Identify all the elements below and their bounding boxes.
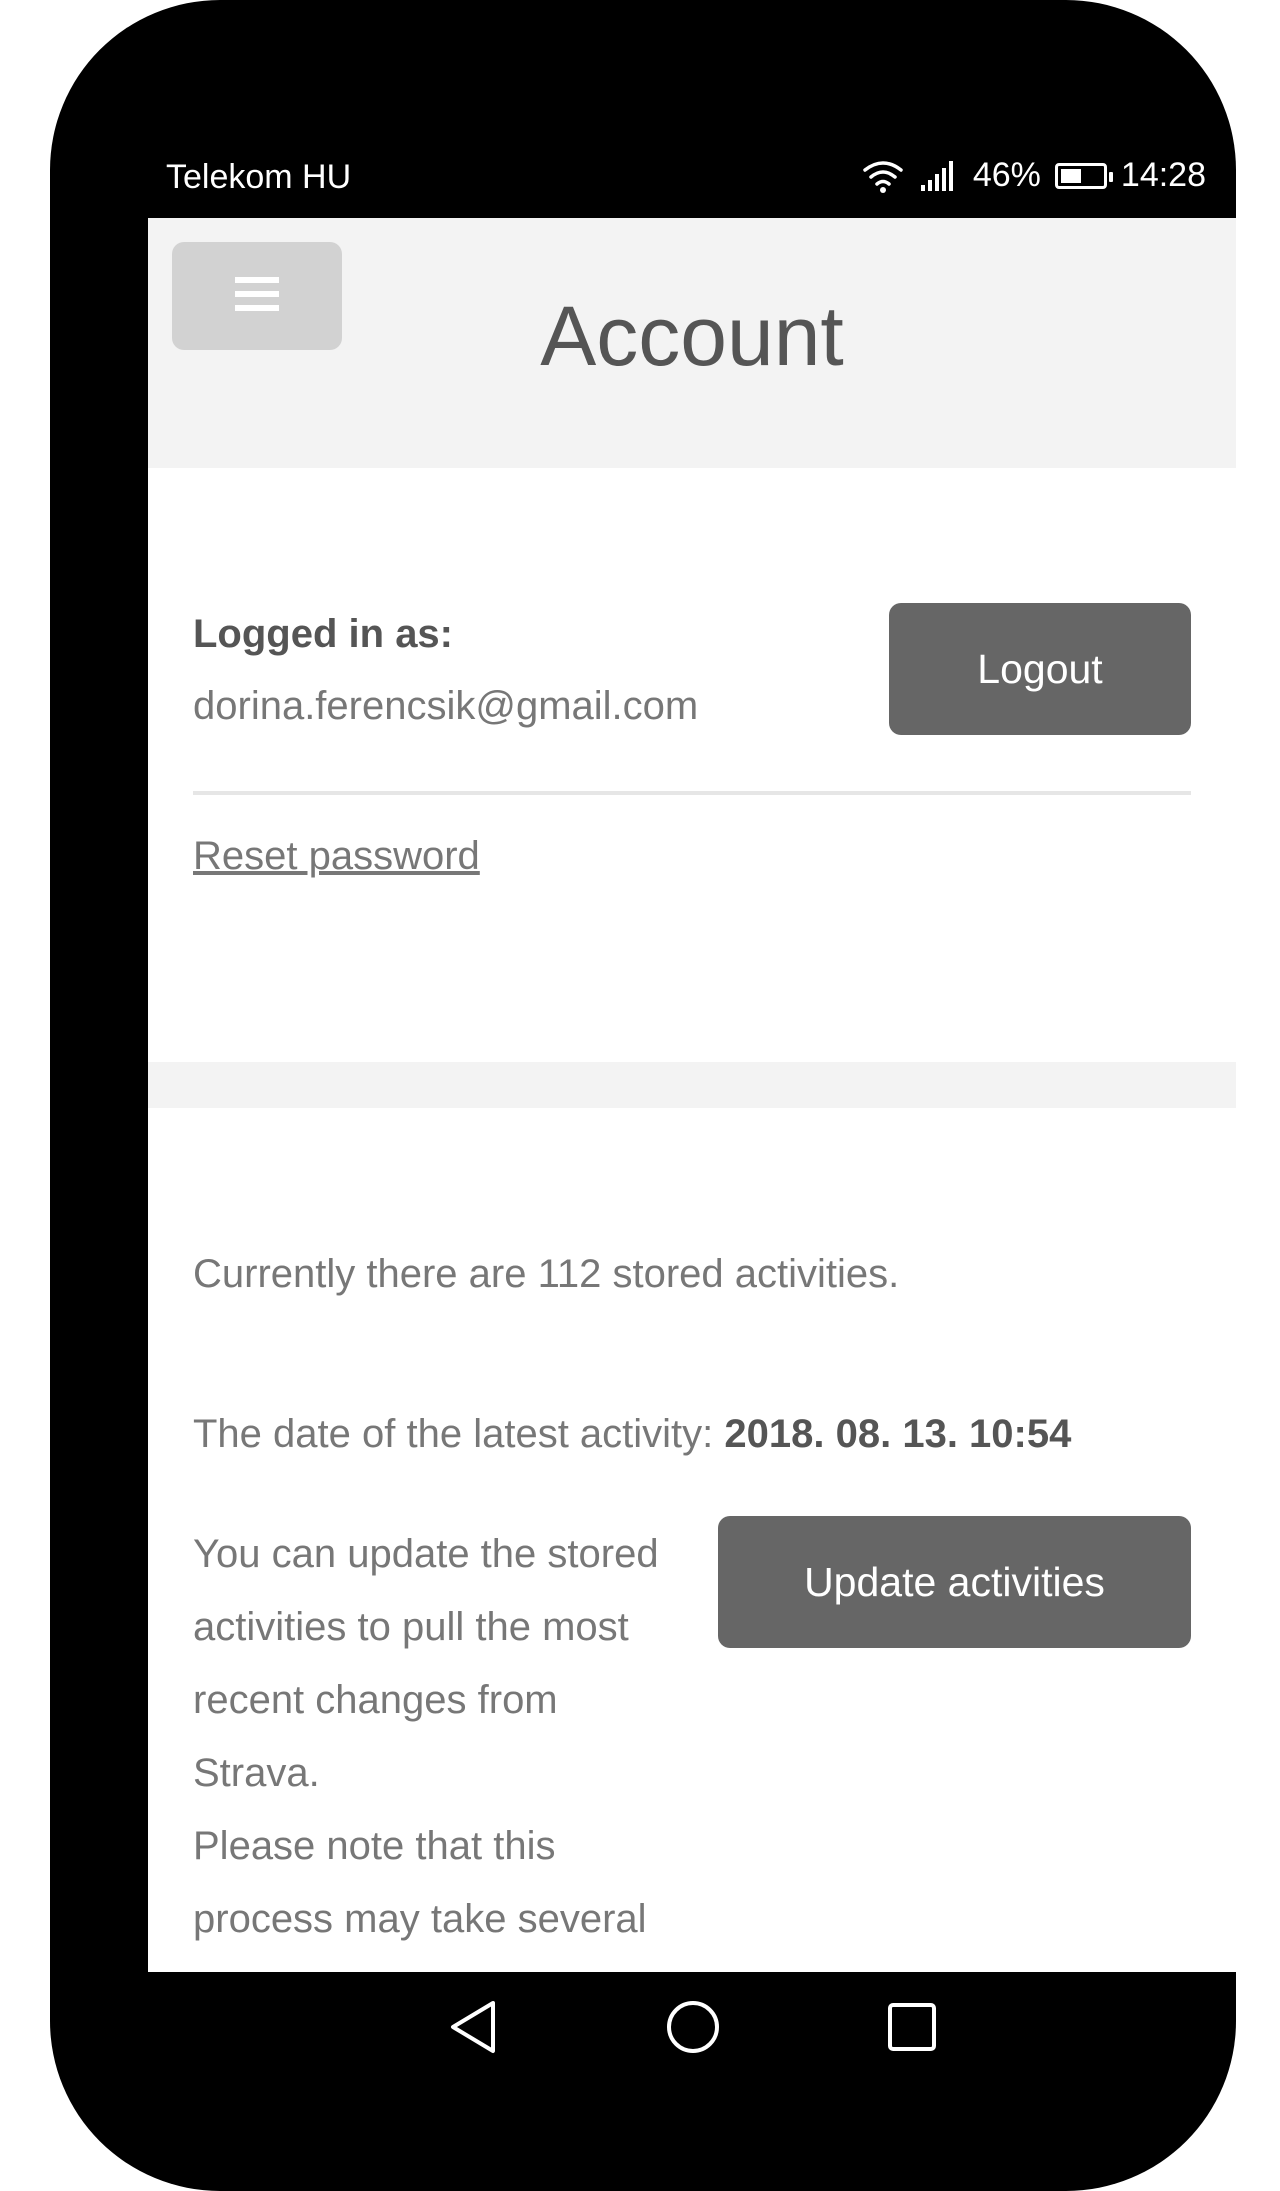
carrier-name: Telekom HU <box>166 158 352 196</box>
phone-frame: Telekom HU 46% 14:28 Account Logged in a… <box>50 0 1236 2191</box>
app-screen: Account Logged in as: dorina.ferencsik@g… <box>148 218 1236 1972</box>
latest-activity-date: 2018. 08. 13. 10:54 <box>724 1412 1072 1456</box>
user-email: dorina.ferencsik@gmail.com <box>193 684 699 728</box>
page-title: Account <box>540 289 844 383</box>
status-indicators: 46% 14:28 <box>861 156 1206 195</box>
android-nav-bar <box>148 1972 1236 2082</box>
home-icon[interactable] <box>665 1999 721 2055</box>
signal-icon <box>919 159 959 193</box>
reset-password-link[interactable]: Reset password <box>193 834 480 879</box>
divider <box>193 791 1191 795</box>
update-note: You can update the stored activities to … <box>193 1518 693 1972</box>
recents-icon[interactable] <box>887 2002 937 2052</box>
section-separator <box>148 1062 1236 1108</box>
update-note-line: Please note that this <box>193 1824 556 1868</box>
logout-button[interactable]: Logout <box>889 603 1191 735</box>
activity-count-text: Currently there are 112 stored activitie… <box>193 1252 900 1296</box>
back-icon[interactable] <box>447 1999 499 2055</box>
update-note-line: minutes. <box>193 1956 693 1972</box>
battery-icon <box>1054 162 1113 189</box>
clock: 14:28 <box>1120 156 1206 194</box>
update-note-line: recent changes from Strava. <box>193 1678 558 1795</box>
update-note-line: process may take several <box>193 1897 647 1941</box>
logged-in-label: Logged in as: <box>193 612 453 656</box>
update-note-line: You can update the stored <box>193 1532 659 1576</box>
account-section: Logged in as: dorina.ferencsik@gmail.com… <box>148 468 1236 1062</box>
activities-section: Currently there are 112 stored activitie… <box>148 1108 1236 1972</box>
update-note-line: activities to pull the most <box>193 1605 629 1649</box>
battery-percent: 46% <box>972 156 1041 194</box>
latest-activity-label: The date of the latest activity: <box>193 1412 725 1456</box>
wifi-icon <box>861 158 905 194</box>
latest-activity-line: The date of the latest activity: 2018. 0… <box>193 1412 1071 1457</box>
update-activities-button[interactable]: Update activities <box>718 1516 1191 1648</box>
app-header: Account <box>148 218 1236 468</box>
status-bar: Telekom HU 46% 14:28 <box>148 150 1218 214</box>
